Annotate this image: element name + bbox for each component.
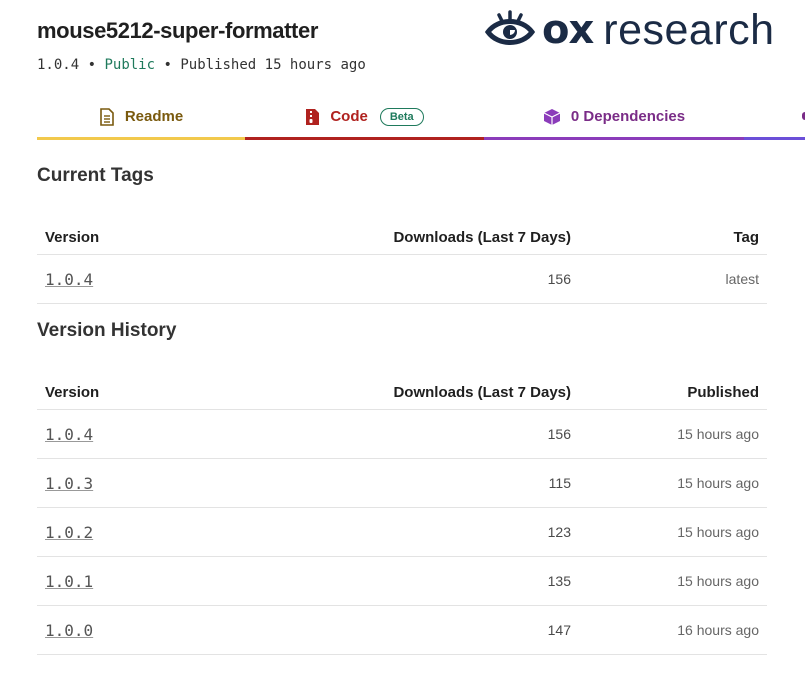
downloads-count: 147: [233, 605, 579, 655]
brand-logo[interactable]: ox research: [484, 6, 775, 54]
version-link[interactable]: 1.0.4: [45, 270, 93, 289]
tab-readme-label: Readme: [124, 108, 184, 125]
column-header-tag: Tag: [579, 221, 767, 255]
downloads-count: 135: [233, 556, 579, 606]
box-icon: [543, 108, 561, 126]
tab-code[interactable]: Code Beta: [245, 96, 484, 140]
package-meta: 1.0.4 • Public • Published 15 hours ago: [37, 57, 366, 73]
package-tabs: Readme Code Beta 0 Dependencies: [37, 96, 805, 140]
package-page: mouse5212-super-formatter 1.0.4 • Public…: [0, 0, 805, 677]
meta-separator: •: [87, 57, 97, 73]
published-time: 15 hours ago: [579, 556, 767, 606]
version-history-title: Version History: [37, 320, 177, 341]
published-time: 16 hours ago: [579, 605, 767, 655]
table-header-row: Version Downloads (Last 7 Days) Publishe…: [37, 376, 767, 410]
downloads-count: 156: [233, 409, 579, 459]
eye-logo-icon: [484, 10, 536, 45]
downloads-count: 156: [233, 254, 579, 304]
file-zip-icon: [305, 108, 320, 126]
published-time: 15 hours ago: [579, 409, 767, 459]
tab-dependencies[interactable]: 0 Dependencies: [484, 96, 744, 140]
current-tags-title: Current Tags: [37, 165, 154, 186]
downloads-count: 115: [233, 458, 579, 508]
tab-dependencies-label: 0 Dependencies: [570, 108, 686, 125]
version-link[interactable]: 1.0.0: [45, 621, 93, 640]
tag-name: latest: [579, 254, 767, 304]
version-link[interactable]: 1.0.3: [45, 474, 93, 493]
table-header-row: Version Downloads (Last 7 Days) Tag: [37, 221, 767, 255]
visibility-badge: Public: [104, 57, 156, 73]
table-row: 1.0.0 147 16 hours ago: [37, 605, 767, 655]
version-history-table: Version Downloads (Last 7 Days) Publishe…: [37, 376, 767, 655]
beta-badge: Beta: [379, 107, 424, 126]
published-text: Published 15 hours ago: [180, 57, 366, 73]
tab-more[interactable]: [744, 96, 805, 140]
version-link[interactable]: 1.0.1: [45, 572, 93, 591]
current-tags-table: Version Downloads (Last 7 Days) Tag 1.0.…: [37, 221, 767, 304]
published-time: 15 hours ago: [579, 458, 767, 508]
brand-ox: ox: [542, 7, 594, 53]
published-time: 15 hours ago: [579, 507, 767, 557]
table-row: 1.0.4 156 15 hours ago: [37, 409, 767, 459]
version-link[interactable]: 1.0.2: [45, 523, 93, 542]
table-row: 1.0.4 156 latest: [37, 254, 767, 304]
table-row: 1.0.2 123 15 hours ago: [37, 507, 767, 557]
table-row: 1.0.3 115 15 hours ago: [37, 458, 767, 508]
package-version: 1.0.4: [37, 57, 80, 73]
column-header-version: Version: [37, 221, 233, 255]
tab-readme[interactable]: Readme: [37, 96, 245, 140]
tab-code-label: Code: [330, 108, 368, 125]
version-link[interactable]: 1.0.4: [45, 425, 93, 444]
column-header-published: Published: [579, 376, 767, 410]
package-title: mouse5212-super-formatter: [37, 18, 318, 43]
table-row: 1.0.1 135 15 hours ago: [37, 556, 767, 606]
column-header-downloads: Downloads (Last 7 Days): [233, 221, 579, 255]
downloads-count: 123: [233, 507, 579, 557]
column-header-version: Version: [37, 376, 233, 410]
document-icon: [99, 107, 115, 126]
column-header-downloads: Downloads (Last 7 Days): [233, 376, 579, 410]
meta-separator: •: [163, 57, 172, 73]
brand-research: research: [603, 5, 775, 54]
